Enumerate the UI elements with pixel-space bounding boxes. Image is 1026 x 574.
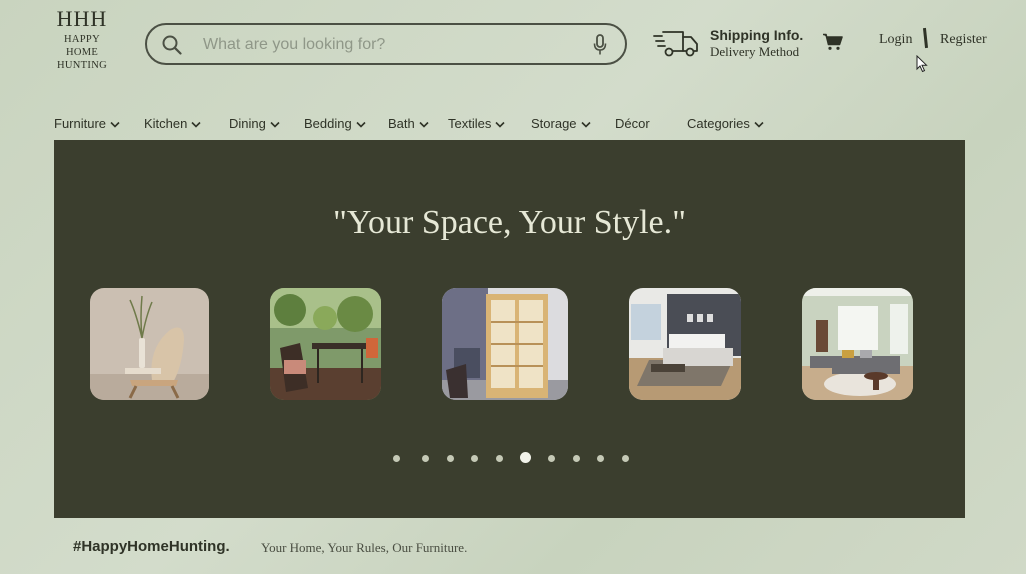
- chevron-down-icon: [191, 121, 201, 128]
- slogan-text: Your Home, Your Rules, Our Furniture.: [261, 540, 468, 555]
- carousel-dot[interactable]: [573, 455, 580, 462]
- search-input[interactable]: [201, 33, 575, 57]
- nav-item-label: Dining: [229, 116, 266, 131]
- nav-item-label: Kitchen: [144, 116, 188, 131]
- nav-item-label: Bedding: [304, 116, 352, 131]
- microphone-icon[interactable]: [593, 34, 607, 61]
- nav-item-bath[interactable]: Bath: [388, 116, 429, 131]
- logo-name: HAPPY HOME HUNTING: [54, 33, 110, 72]
- brand-logo[interactable]: HHH HAPPY HOME HUNTING: [54, 8, 110, 72]
- chevron-down-icon: [110, 121, 120, 128]
- carousel-dot[interactable]: [597, 455, 604, 462]
- carousel-dot[interactable]: [548, 455, 555, 462]
- logo-name-line-1: HAPPY: [64, 34, 100, 45]
- carousel-dot[interactable]: [622, 455, 629, 462]
- slide-patio-dining-photo[interactable]: [270, 288, 381, 400]
- carousel-dot[interactable]: [496, 455, 503, 462]
- nav-item-categories[interactable]: Categories: [687, 116, 764, 131]
- login-link[interactable]: Login: [879, 32, 912, 48]
- auth-divider: [922, 27, 929, 49]
- mouse-pointer-icon: [916, 54, 928, 78]
- chevron-down-icon: [419, 121, 429, 128]
- hero-quote: "Your Space, Your Style.": [332, 204, 686, 241]
- chevron-down-icon: [270, 121, 280, 128]
- cart-icon[interactable]: [822, 33, 844, 56]
- category-nav: Furniture Kitchen Dining Bedding Bath Te…: [0, 116, 1026, 134]
- hashtag-heading: #HappyHomeHunting.: [73, 538, 230, 555]
- chevron-down-icon: [754, 121, 764, 128]
- nav-item-label: Storage: [531, 116, 577, 131]
- nav-item-storage[interactable]: Storage: [531, 116, 591, 131]
- register-link[interactable]: Register: [940, 32, 987, 48]
- chevron-down-icon: [580, 121, 591, 128]
- slide-bedroom-photo[interactable]: [629, 288, 741, 400]
- carousel-dot[interactable]: [447, 455, 454, 462]
- chevron-down-icon: [495, 121, 505, 128]
- logo-mark: HHH: [56, 6, 108, 31]
- search-bar[interactable]: [145, 23, 627, 65]
- nav-item-furniture[interactable]: Furniture: [54, 116, 120, 131]
- search-icon[interactable]: [162, 35, 182, 60]
- nav-item-label: Categories: [687, 116, 750, 131]
- logo-name-line-3: HUNTING: [57, 60, 107, 71]
- slide-living-room-photo[interactable]: [802, 288, 913, 400]
- carousel-pagination: [54, 452, 965, 466]
- nav-item-dining[interactable]: Dining: [229, 116, 280, 131]
- carousel-dot[interactable]: [422, 455, 429, 462]
- chevron-down-icon: [356, 121, 366, 128]
- slide-display-cabinet-photo[interactable]: [442, 288, 568, 400]
- nav-item-label: Bath: [388, 116, 415, 131]
- hero-banner: "Your Space, Your Style.": [54, 140, 965, 518]
- carousel-dot[interactable]: [393, 455, 400, 462]
- shipping-info-link[interactable]: Shipping Info. Delivery Method: [653, 26, 813, 66]
- logo-name-line-2: HOME: [65, 47, 99, 58]
- nav-item-label: Textiles: [448, 116, 492, 131]
- nav-item-kitchen[interactable]: Kitchen: [144, 116, 201, 131]
- shipping-subtitle: Delivery Method: [710, 44, 800, 59]
- carousel-dot-active[interactable]: [520, 452, 531, 463]
- shipping-title: Shipping Info.: [710, 27, 804, 43]
- truck-icon: [653, 27, 701, 64]
- nav-item-decor[interactable]: Décor: [615, 116, 650, 131]
- nav-item-label: Furniture: [54, 116, 107, 131]
- carousel-dot[interactable]: [471, 455, 478, 462]
- slide-chair-photo[interactable]: [90, 288, 209, 400]
- nav-item-label: Décor: [615, 116, 650, 131]
- nav-item-textiles[interactable]: Textiles: [448, 116, 505, 131]
- nav-item-bedding[interactable]: Bedding: [304, 116, 366, 131]
